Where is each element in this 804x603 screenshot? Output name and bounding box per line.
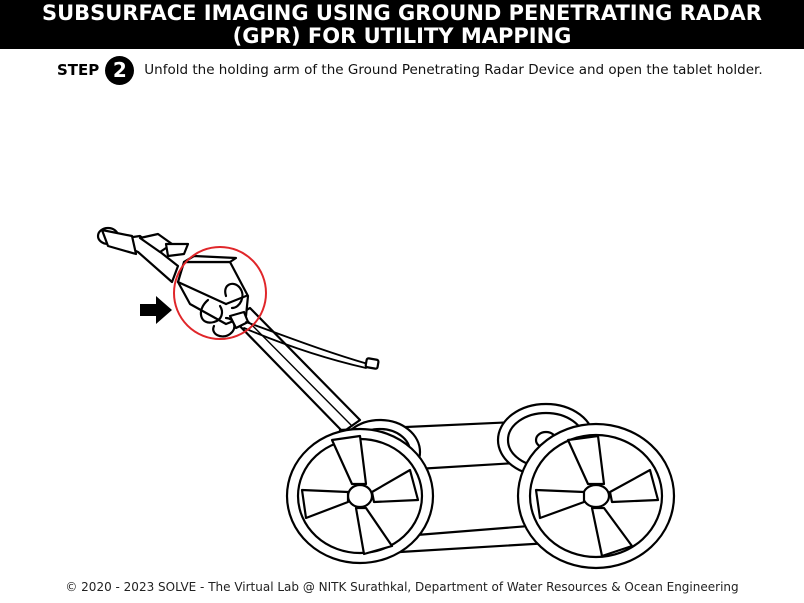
page-header: SUBSURFACE IMAGING USING GROUND PENETRAT… [0, 0, 804, 49]
page-title-line-1: SUBSURFACE IMAGING USING GROUND PENETRAT… [42, 1, 762, 25]
arrow-right-icon [140, 296, 172, 324]
copyright-footer: © 2020 - 2023 SOLVE - The Virtual Lab @ … [65, 580, 739, 594]
step-label: STEP [57, 61, 100, 79]
gpr-cart-illustration [96, 226, 676, 570]
front-left-wheel [285, 427, 435, 565]
step-instruction-text: Unfold the holding arm of the Ground Pen… [144, 62, 763, 78]
front-right-wheel [516, 422, 676, 570]
step-number-badge: 2 [105, 55, 135, 85]
tablet-holder [176, 254, 250, 338]
page-title-line-2: (GPR) FOR UTILITY MAPPING [232, 24, 572, 48]
tutorial-page: SUBSURFACE IMAGING USING GROUND PENETRAT… [0, 0, 804, 603]
step-instruction: STEP 2 Unfold the holding arm of the Gro… [57, 55, 763, 85]
